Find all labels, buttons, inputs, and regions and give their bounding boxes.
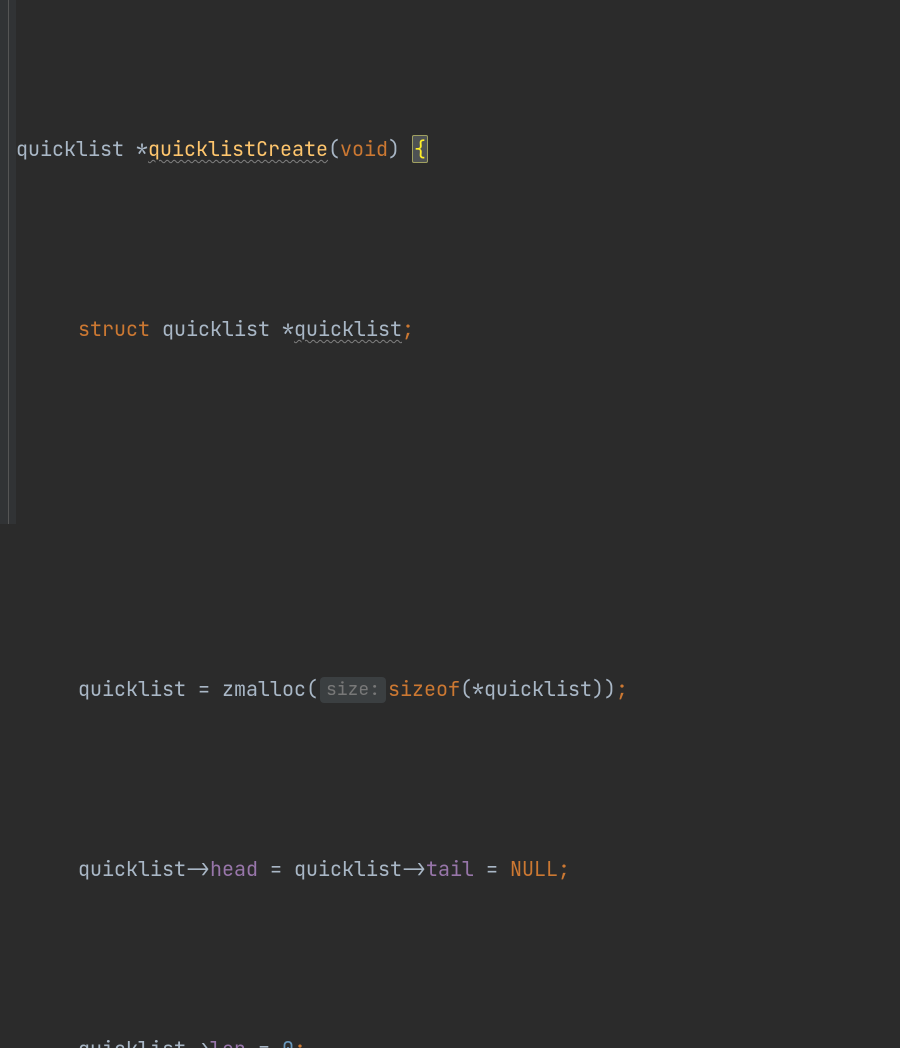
- code-line-headtail[interactable]: quicklist->head = quicklist->tail = NULL…: [16, 847, 900, 892]
- struct-keyword: struct: [78, 316, 150, 342]
- space: [150, 316, 162, 342]
- lparen: (: [306, 676, 318, 702]
- semicolon: ;: [558, 856, 570, 882]
- void-keyword: void: [340, 136, 388, 162]
- assign: =: [246, 1036, 282, 1048]
- field-head: head: [210, 856, 258, 882]
- lparen: (: [328, 136, 340, 162]
- pointer-star: *: [282, 316, 294, 342]
- text: quicklist->: [78, 856, 210, 882]
- code-line-decl[interactable]: struct quicklist *quicklist;: [16, 307, 900, 352]
- text: = quicklist->: [258, 856, 426, 882]
- null-keyword: NULL: [510, 856, 558, 882]
- code-line-alloc[interactable]: quicklist = zmalloc(size:sizeof(*quickli…: [16, 667, 900, 712]
- inlay-hint-size: size:: [320, 677, 386, 703]
- open-brace-highlight: {: [412, 135, 428, 163]
- assign: =: [474, 856, 510, 882]
- inner-args: (*quicklist)): [460, 676, 616, 702]
- semicolon: ;: [616, 676, 628, 702]
- code-line-signature[interactable]: quicklist *quicklistCreate(void) {: [16, 127, 900, 172]
- field-tail: tail: [426, 856, 474, 882]
- sizeof-keyword: sizeof: [388, 676, 460, 702]
- gutter: [0, 0, 16, 524]
- pointer-star: *: [136, 136, 148, 162]
- function-name: quicklistCreate: [148, 136, 328, 162]
- field-len: len: [210, 1036, 246, 1048]
- fold-guide-line: [8, 0, 9, 524]
- semicolon: ;: [402, 316, 414, 342]
- code-line-blank[interactable]: [16, 487, 900, 532]
- rparen: ): [388, 136, 400, 162]
- var-name: quicklist: [294, 316, 402, 342]
- code-line-len[interactable]: quicklist->len = 0;: [16, 1027, 900, 1048]
- assign: =: [186, 676, 222, 702]
- lhs: quicklist: [78, 676, 186, 702]
- space: [270, 316, 282, 342]
- text: quicklist->: [78, 1036, 210, 1048]
- type-name: quicklist: [162, 316, 270, 342]
- code-editor[interactable]: quicklist *quicklistCreate(void) { struc…: [16, 0, 900, 1048]
- return-type: quicklist: [16, 136, 124, 162]
- space: [400, 136, 412, 162]
- text: [124, 136, 136, 162]
- number-literal: 0: [282, 1036, 294, 1048]
- semicolon: ;: [294, 1036, 306, 1048]
- call-name: zmalloc: [222, 676, 306, 702]
